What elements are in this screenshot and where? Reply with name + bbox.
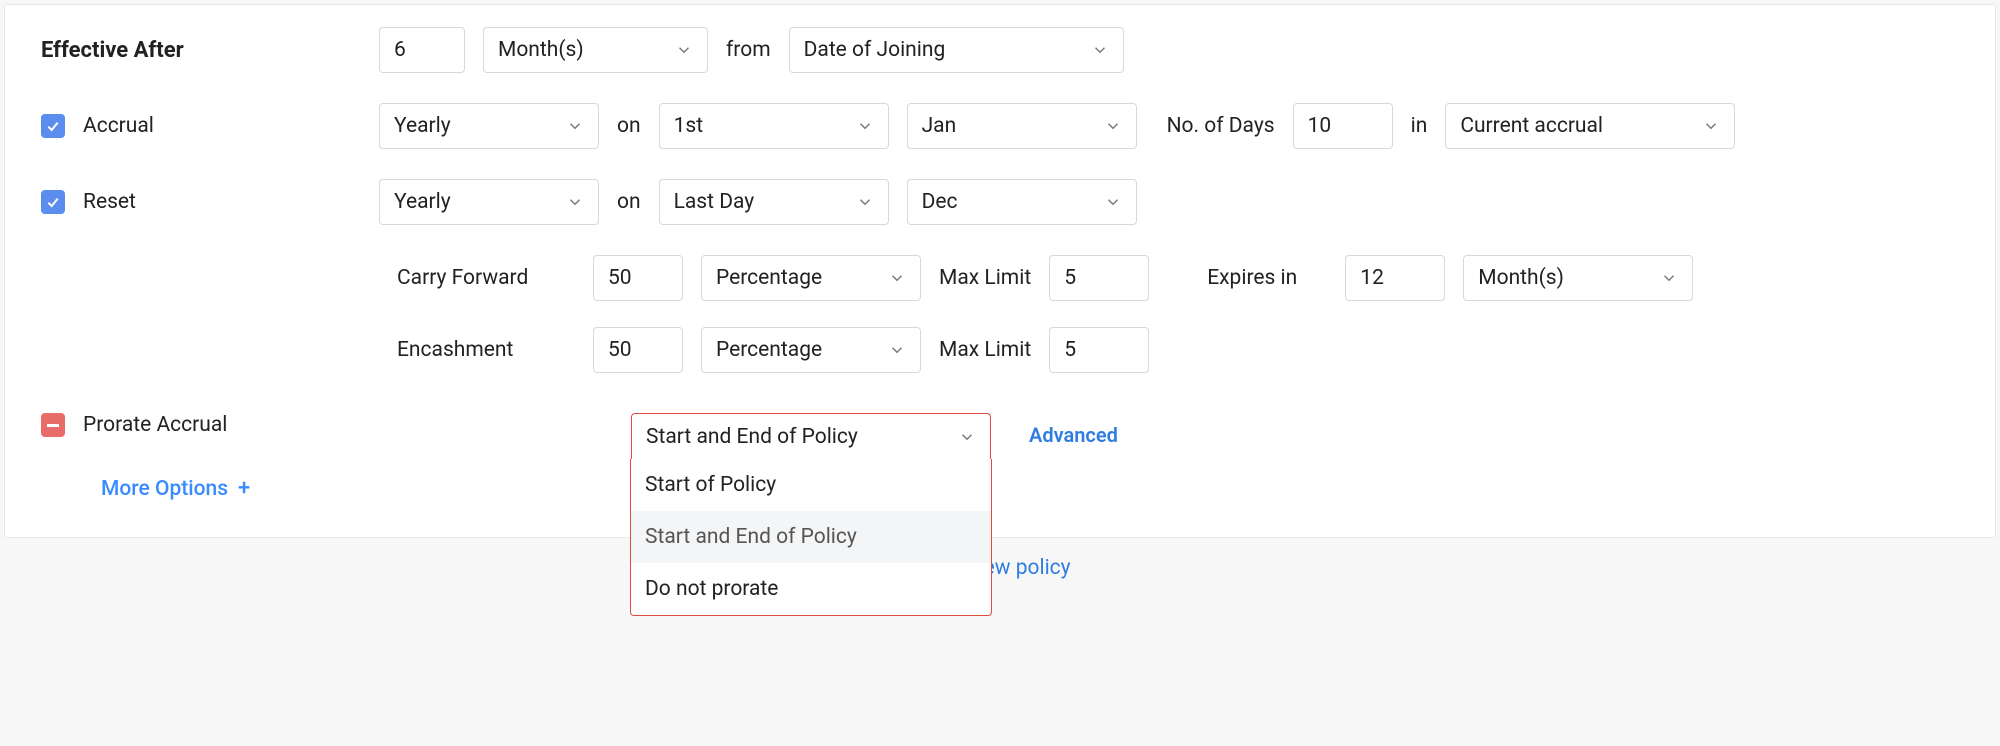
chevron-down-icon (888, 341, 906, 359)
chevron-down-icon (1660, 269, 1678, 287)
carry-forward-row: Carry Forward 50 Percentage Max Limit 5 … (397, 255, 1959, 301)
chevron-down-icon (566, 117, 584, 135)
encashment-unit-select[interactable]: Percentage (701, 327, 921, 373)
reset-checkbox[interactable] (41, 190, 65, 214)
cf-max-limit-label: Max Limit (939, 266, 1031, 290)
encashment-value-input[interactable]: 50 (593, 327, 683, 373)
reset-label: Reset (83, 190, 136, 214)
en-max-limit-label: Max Limit (939, 338, 1031, 362)
chevron-down-icon (1091, 41, 1109, 59)
reset-frequency-select[interactable]: Yearly (379, 179, 599, 225)
policy-settings-card: Effective After 6 Month(s) from Date of … (4, 4, 1996, 538)
chevron-down-icon (958, 428, 976, 446)
chevron-down-icon (1104, 117, 1122, 135)
encashment-row: Encashment 50 Percentage Max Limit 5 (397, 327, 1959, 373)
effective-after-label: Effective After (41, 38, 361, 63)
carry-forward-value-input[interactable]: 50 (593, 255, 683, 301)
accrual-month-select[interactable]: Jan (907, 103, 1137, 149)
prorate-row: Prorate Accrual Start and End of Policy … (41, 413, 1959, 459)
effective-after-row: Effective After 6 Month(s) from Date of … (41, 27, 1959, 73)
carry-forward-unit-select[interactable]: Percentage (701, 255, 921, 301)
chevron-down-icon (856, 117, 874, 135)
effective-after-basis-select[interactable]: Date of Joining (789, 27, 1124, 73)
reset-row: Reset Yearly on Last Day Dec (41, 179, 1959, 225)
accrual-frequency-select[interactable]: Yearly (379, 103, 599, 149)
prorate-select-wrapper: Start and End of Policy Start of Policy … (631, 413, 991, 459)
no-of-days-label: No. of Days (1167, 114, 1275, 138)
chevron-down-icon (675, 41, 693, 59)
chevron-down-icon (856, 193, 874, 211)
accrual-checkbox[interactable] (41, 114, 65, 138)
reset-on-text: on (617, 190, 641, 214)
more-options-row: More Options + (41, 477, 1959, 501)
encashment-label: Encashment (397, 338, 575, 362)
plus-icon: + (238, 478, 250, 500)
en-max-limit-input[interactable]: 5 (1049, 327, 1149, 373)
chevron-down-icon (566, 193, 584, 211)
reset-day-select[interactable]: Last Day (659, 179, 889, 225)
accrual-mode-select[interactable]: Current accrual (1445, 103, 1735, 149)
footer: Add new policy (0, 538, 2000, 588)
effective-after-value-input[interactable]: 6 (379, 27, 465, 73)
effective-after-unit-select[interactable]: Month(s) (483, 27, 708, 73)
in-text: in (1411, 114, 1428, 138)
from-text: from (726, 38, 771, 62)
chevron-down-icon (1104, 193, 1122, 211)
accrual-label: Accrual (83, 114, 154, 138)
prorate-option-start[interactable]: Start of Policy (631, 459, 991, 511)
prorate-option-start-end[interactable]: Start and End of Policy (631, 511, 991, 563)
prorate-option-none[interactable]: Do not prorate (631, 563, 991, 615)
accrual-row: Accrual Yearly on 1st Jan No. of Days 10… (41, 103, 1959, 149)
prorate-checkbox[interactable] (41, 413, 65, 437)
expires-unit-select[interactable]: Month(s) (1463, 255, 1693, 301)
advanced-link[interactable]: Advanced (1029, 423, 1118, 447)
expires-value-input[interactable]: 12 (1345, 255, 1445, 301)
accrual-day-select[interactable]: 1st (659, 103, 889, 149)
reset-month-select[interactable]: Dec (907, 179, 1137, 225)
prorate-label: Prorate Accrual (83, 413, 227, 437)
prorate-dropdown-menu: Start of Policy Start and End of Policy … (630, 459, 992, 616)
chevron-down-icon (1702, 117, 1720, 135)
expires-in-label: Expires in (1207, 266, 1297, 290)
accrual-on-text: on (617, 114, 641, 138)
carry-forward-label: Carry Forward (397, 266, 575, 290)
more-options-link[interactable]: More Options + (101, 477, 250, 501)
cf-max-limit-input[interactable]: 5 (1049, 255, 1149, 301)
no-of-days-input[interactable]: 10 (1293, 103, 1393, 149)
chevron-down-icon (888, 269, 906, 287)
prorate-select[interactable]: Start and End of Policy (631, 413, 991, 459)
